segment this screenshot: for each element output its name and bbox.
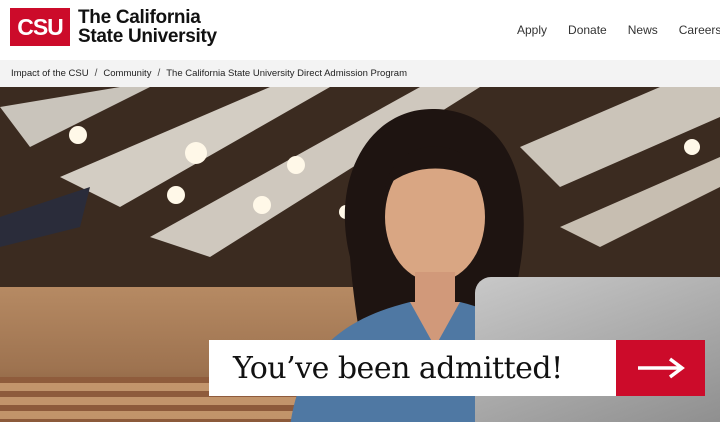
breadcrumb: Impact of the CSU / Community / The Cali… xyxy=(0,60,720,87)
logo-line-2: State University xyxy=(78,26,217,47)
nav-apply[interactable]: Apply xyxy=(517,23,547,37)
admitted-cta-label: You’ve been admitted! xyxy=(209,340,616,396)
breadcrumb-separator: / xyxy=(157,68,161,79)
cta-arrow-button[interactable] xyxy=(616,340,705,396)
main-nav: Apply Donate News Careers C xyxy=(517,23,720,37)
breadcrumb-separator: / xyxy=(94,68,98,79)
arrow-right-icon xyxy=(637,357,685,379)
nav-donate[interactable]: Donate xyxy=(568,23,607,37)
logo-wordmark: The California State University xyxy=(78,8,217,46)
site-header: CSU The California State University Appl… xyxy=(0,0,720,60)
csu-logo[interactable]: CSU The California State University xyxy=(10,8,217,46)
breadcrumb-community[interactable]: Community xyxy=(103,68,151,79)
breadcrumb-impact[interactable]: Impact of the CSU xyxy=(11,68,89,79)
nav-careers[interactable]: Careers xyxy=(679,23,720,37)
logo-line-1: The California xyxy=(78,7,201,28)
admitted-cta[interactable]: You’ve been admitted! xyxy=(209,340,705,396)
logo-mark: CSU xyxy=(10,8,70,46)
nav-news[interactable]: News xyxy=(628,23,658,37)
breadcrumb-current: The California State University Direct A… xyxy=(166,68,407,79)
